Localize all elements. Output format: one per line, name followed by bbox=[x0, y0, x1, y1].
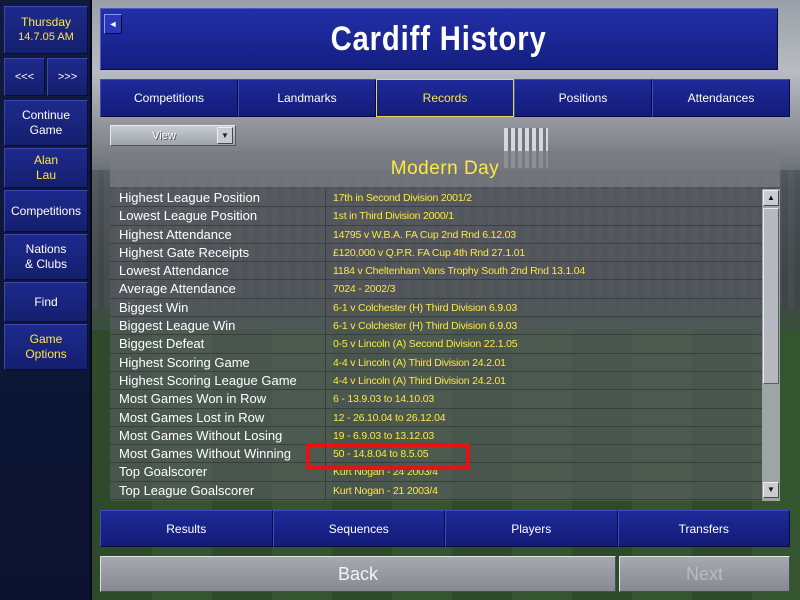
tab-players[interactable]: Players bbox=[445, 510, 618, 547]
page-title: Cardiff History bbox=[331, 19, 547, 58]
record-value: 1184 v Cheltenham Vans Trophy South 2nd … bbox=[333, 265, 586, 278]
view-dropdown-label: View bbox=[152, 129, 176, 142]
record-label: Average Attendance bbox=[110, 280, 326, 298]
continue-game-button[interactable]: Continue Game bbox=[4, 100, 88, 146]
record-value: 7024 - 2002/3 bbox=[333, 283, 396, 296]
table-row[interactable]: Highest Attendance 14795 v W.B.A. FA Cup… bbox=[110, 225, 762, 244]
date-value: 14.7.05 AM bbox=[18, 31, 74, 43]
record-label: Highest Scoring Game bbox=[110, 353, 326, 371]
manager-line1: Alan bbox=[33, 153, 59, 167]
game-options-button[interactable]: Game Options bbox=[4, 324, 88, 370]
record-value: 6-1 v Colchester (H) Third Division 6.9.… bbox=[333, 301, 517, 314]
table-row[interactable]: Most Games Won in Row 6 - 13.9.03 to 14.… bbox=[110, 390, 762, 409]
table-row[interactable]: Lowest League Position 1st in Third Divi… bbox=[110, 207, 762, 226]
record-value: 4-4 v Lincoln (A) Third Division 24.2.01 bbox=[333, 374, 506, 387]
bottom-tabs: Results Sequences Players Transfers bbox=[100, 510, 790, 547]
tab-positions[interactable]: Positions bbox=[514, 79, 652, 117]
tab-landmarks[interactable]: Landmarks bbox=[238, 79, 376, 117]
record-label: Highest Attendance bbox=[110, 225, 326, 243]
tab-competitions[interactable]: Competitions bbox=[100, 79, 238, 117]
back-history-button[interactable]: <<< bbox=[4, 58, 45, 96]
tab-transfers[interactable]: Transfers bbox=[617, 510, 790, 547]
record-value: 4-4 v Lincoln (A) Third Division 24.2.01 bbox=[333, 356, 506, 369]
table-row[interactable]: Average Attendance 7024 - 2002/3 bbox=[110, 280, 762, 299]
table-row[interactable]: Highest Scoring League Game 4-4 v Lincol… bbox=[110, 371, 762, 391]
scroll-thumb[interactable] bbox=[763, 208, 779, 384]
table-row[interactable]: Biggest Defeat 0-5 v Lincoln (A) Second … bbox=[110, 335, 762, 354]
continue-line1: Continue bbox=[21, 108, 71, 122]
record-value: 12 - 26.10.04 to 26.12.04 bbox=[333, 411, 446, 424]
nations-line2: & Clubs bbox=[24, 257, 68, 271]
manager-button[interactable]: Alan Lau bbox=[4, 148, 88, 188]
panel-heading: Modern Day bbox=[110, 151, 780, 187]
tab-sequences[interactable]: Sequences bbox=[272, 510, 445, 547]
record-label: Most Games Without Winning bbox=[110, 445, 326, 463]
tab-results[interactable]: Results bbox=[100, 510, 273, 547]
record-label: Biggest Defeat bbox=[110, 335, 326, 353]
tab-records[interactable]: Records bbox=[376, 79, 514, 117]
record-value: 0-5 v Lincoln (A) Second Division 22.1.0… bbox=[333, 338, 518, 351]
record-value: 1st in Third Division 2000/1 bbox=[333, 210, 454, 223]
record-label: Lowest League Position bbox=[110, 207, 326, 225]
record-value: £120,000 v Q.P.R. FA Cup 4th Rnd 27.1.01 bbox=[333, 246, 526, 259]
record-value: 6-1 v Colchester (H) Third Division 6.9.… bbox=[333, 320, 517, 333]
record-label: Most Games Without Losing bbox=[110, 426, 326, 445]
highlight-box bbox=[306, 443, 470, 470]
record-label: Biggest Win bbox=[110, 298, 326, 317]
table-row[interactable]: Highest Scoring Game 4-4 v Lincoln (A) T… bbox=[110, 353, 762, 372]
view-dropdown[interactable]: View ▼ bbox=[110, 125, 236, 146]
record-label: Biggest League Win bbox=[110, 317, 326, 335]
history-tabs: Competitions Landmarks Records Positions… bbox=[100, 79, 790, 117]
table-row[interactable]: Biggest Win 6-1 v Colchester (H) Third D… bbox=[110, 298, 762, 318]
nations-clubs-button[interactable]: Nations & Clubs bbox=[4, 234, 88, 280]
back-button[interactable]: Back bbox=[100, 556, 616, 592]
record-label: Lowest Attendance bbox=[110, 262, 326, 280]
history-nav: <<< >>> bbox=[4, 58, 88, 96]
title-bar: Cardiff History bbox=[100, 8, 778, 70]
table-row[interactable]: Most Games Lost in Row 12 - 26.10.04 to … bbox=[110, 408, 762, 427]
find-button[interactable]: Find bbox=[4, 282, 88, 322]
record-value: Kurt Nogan - 21 2003/4 bbox=[333, 484, 438, 497]
record-value: 19 - 6.9.03 to 13.12.03 bbox=[333, 429, 435, 442]
manager-line2: Lau bbox=[35, 168, 57, 182]
sidebar-competitions-button[interactable]: Competitions bbox=[4, 190, 88, 232]
scroll-up-icon[interactable]: ▲ bbox=[763, 190, 779, 206]
record-label: Top Goalscorer bbox=[110, 463, 326, 481]
record-label: Highest Scoring League Game bbox=[110, 371, 326, 390]
tab-attendances[interactable]: Attendances bbox=[652, 79, 790, 117]
table-row[interactable]: Biggest League Win 6-1 v Colchester (H) … bbox=[110, 317, 762, 336]
continue-line2: Game bbox=[29, 123, 63, 137]
record-label: Highest League Position bbox=[110, 189, 326, 207]
table-row[interactable]: Highest Gate Receipts £120,000 v Q.P.R. … bbox=[110, 243, 762, 263]
table-row[interactable]: Highest League Position 17th in Second D… bbox=[110, 189, 762, 208]
table-row[interactable]: Top League Goalscorer Kurt Nogan - 21 20… bbox=[110, 481, 762, 501]
nations-line1: Nations bbox=[25, 242, 67, 256]
table-row[interactable]: Lowest Attendance 1184 v Cheltenham Vans… bbox=[110, 262, 762, 281]
forward-history-button[interactable]: >>> bbox=[47, 58, 88, 96]
chevron-down-icon[interactable]: ▼ bbox=[217, 127, 233, 144]
record-value: 6 - 13.9.03 to 14.10.03 bbox=[333, 393, 435, 406]
record-label: Most Games Won in Row bbox=[110, 390, 326, 408]
next-button[interactable]: Next bbox=[619, 556, 790, 592]
date-display[interactable]: Thursday 14.7.05 AM bbox=[4, 6, 88, 54]
panel-heading-text: Modern Day bbox=[390, 158, 500, 179]
record-value: 17th in Second Division 2001/2 bbox=[333, 192, 472, 204]
record-label: Highest Gate Receipts bbox=[110, 243, 326, 262]
record-value: 14795 v W.B.A. FA Cup 2nd Rnd 6.12.03 bbox=[333, 228, 516, 241]
records-scrollbar[interactable]: ▲ ▼ bbox=[762, 189, 780, 501]
sidebar: Thursday 14.7.05 AM <<< >>> Continue Gam… bbox=[0, 0, 92, 600]
collapse-icon[interactable]: ◄ bbox=[104, 14, 122, 34]
scroll-down-icon[interactable]: ▼ bbox=[763, 482, 779, 498]
options-line1: Game bbox=[29, 332, 63, 346]
date-day: Thursday bbox=[20, 15, 72, 29]
options-line2: Options bbox=[25, 347, 67, 361]
record-label: Top League Goalscorer bbox=[110, 481, 326, 500]
record-label: Most Games Lost in Row bbox=[110, 408, 326, 426]
